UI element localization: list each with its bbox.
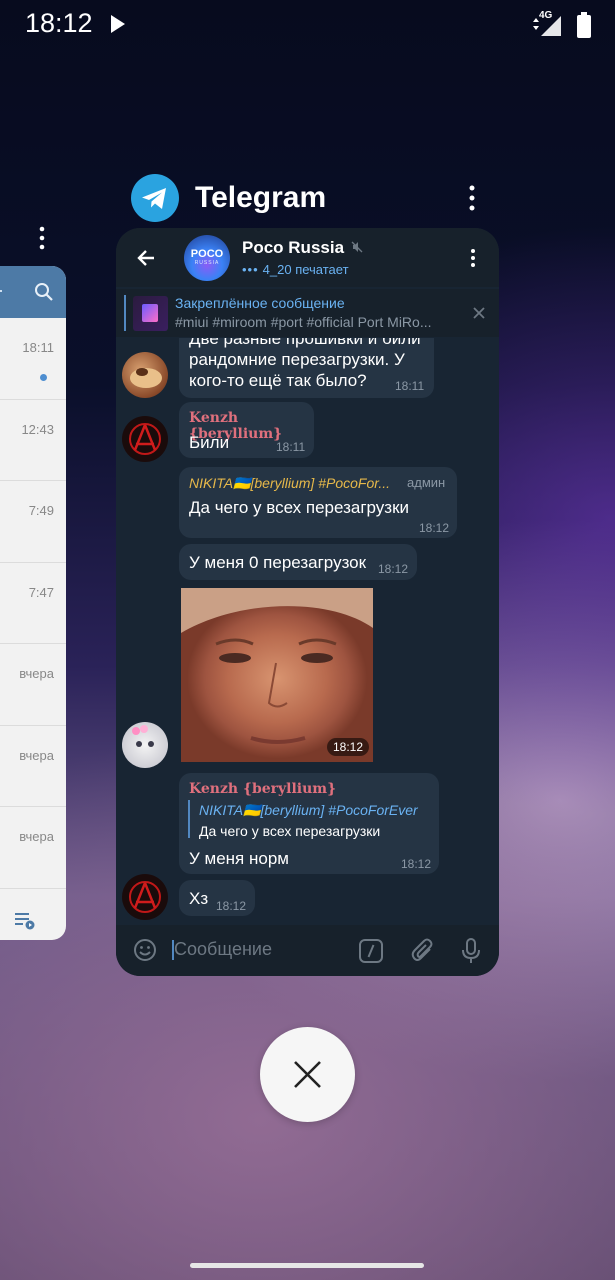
close-pinned-icon[interactable] xyxy=(472,306,486,320)
pinned-message-bar[interactable]: Закреплённое сообщение #miui #miroom #po… xyxy=(116,289,499,337)
unread-dot xyxy=(40,374,47,381)
chat-header: POCO RUSSIA Poco Russia ••• 4_20 печатает xyxy=(116,228,499,287)
left-app-card[interactable]: 18:11 12:43 7:49 7:47 вчера вчера вчера xyxy=(0,266,66,940)
message-bubble[interactable]: Две разные прошивки и били рандомние пер… xyxy=(179,338,434,398)
bot-command-icon[interactable] xyxy=(358,938,384,964)
typing-status: ••• 4_20 печатает xyxy=(242,262,349,277)
left-card-header xyxy=(0,266,66,318)
app-title: Telegram xyxy=(195,181,327,214)
clear-recents-button[interactable] xyxy=(260,1027,355,1122)
photo-time: 18:12 xyxy=(326,738,369,756)
cellular-signal-icon: 4G xyxy=(527,10,561,38)
reply-text: Да чего у всех перезагрузки xyxy=(199,823,381,839)
message-bubble[interactable]: У меня 0 перезагрузок 18:12 xyxy=(179,544,417,580)
battery-icon xyxy=(577,12,591,38)
playlist-icon xyxy=(15,913,35,930)
search-icon xyxy=(35,283,53,301)
list-item[interactable]: 7:49 xyxy=(0,481,66,563)
chat-menu-icon[interactable] xyxy=(469,248,477,268)
list-item[interactable]: вчера xyxy=(0,726,66,807)
reply-sender: NIKITA🇺🇦[beryllium] #PocoForEver xyxy=(199,802,418,818)
user-avatar[interactable] xyxy=(122,722,168,768)
list-item[interactable]: вчера xyxy=(0,807,66,889)
telegram-logo-icon xyxy=(131,174,179,222)
attach-icon[interactable] xyxy=(410,937,436,965)
admin-badge: админ xyxy=(407,475,446,490)
pinned-text: #miui #miroom #port #official Port MiRo.… xyxy=(175,314,432,330)
message-bubble[interactable]: Kenzh {beryllium} Били 18:11 xyxy=(179,402,314,458)
pinned-title: Закреплённое сообщение xyxy=(175,295,345,311)
message-input-bar: Сообщение xyxy=(116,925,499,976)
message-list[interactable]: Две разные прошивки и били рандомние пер… xyxy=(116,338,499,924)
list-item[interactable]: 7:47 xyxy=(0,563,66,644)
typing-dots-icon: ••• xyxy=(242,262,259,277)
close-icon xyxy=(294,1061,321,1088)
play-icon xyxy=(111,15,125,33)
microphone-icon[interactable] xyxy=(460,937,482,965)
pinned-thumbnail xyxy=(133,296,168,331)
user-avatar[interactable] xyxy=(122,874,168,920)
back-arrow-icon[interactable] xyxy=(136,248,156,268)
photo-message[interactable]: 18:12 xyxy=(181,588,373,762)
muted-icon xyxy=(351,241,363,253)
channel-avatar[interactable]: POCO RUSSIA xyxy=(184,235,230,281)
list-item[interactable]: 18:11 xyxy=(0,318,66,400)
message-bubble[interactable]: Kenzh {beryllium} NIKITA🇺🇦[beryllium] #P… xyxy=(179,773,439,874)
user-avatar[interactable] xyxy=(122,352,168,398)
list-item[interactable]: 12:43 xyxy=(0,400,66,481)
user-avatar[interactable] xyxy=(122,416,168,462)
chat-title[interactable]: Poco Russia xyxy=(242,238,344,258)
emoji-icon[interactable] xyxy=(133,938,157,962)
status-time: 18:12 xyxy=(25,8,93,38)
telegram-app-card[interactable]: POCO RUSSIA Poco Russia ••• 4_20 печатает… xyxy=(116,228,499,976)
status-bar: 18:12 4G xyxy=(0,0,615,50)
message-bubble[interactable]: NIKITA🇺🇦[beryllium] #PocoFor... админ Да… xyxy=(179,467,457,538)
app-card-menu-icon[interactable] xyxy=(466,185,478,211)
home-indicator[interactable] xyxy=(190,1263,424,1268)
message-input[interactable]: Сообщение xyxy=(174,939,272,960)
left-card-menu-icon[interactable] xyxy=(36,226,48,250)
list-item[interactable]: вчера xyxy=(0,644,66,726)
message-bubble[interactable]: Хз 18:12 xyxy=(179,880,255,916)
